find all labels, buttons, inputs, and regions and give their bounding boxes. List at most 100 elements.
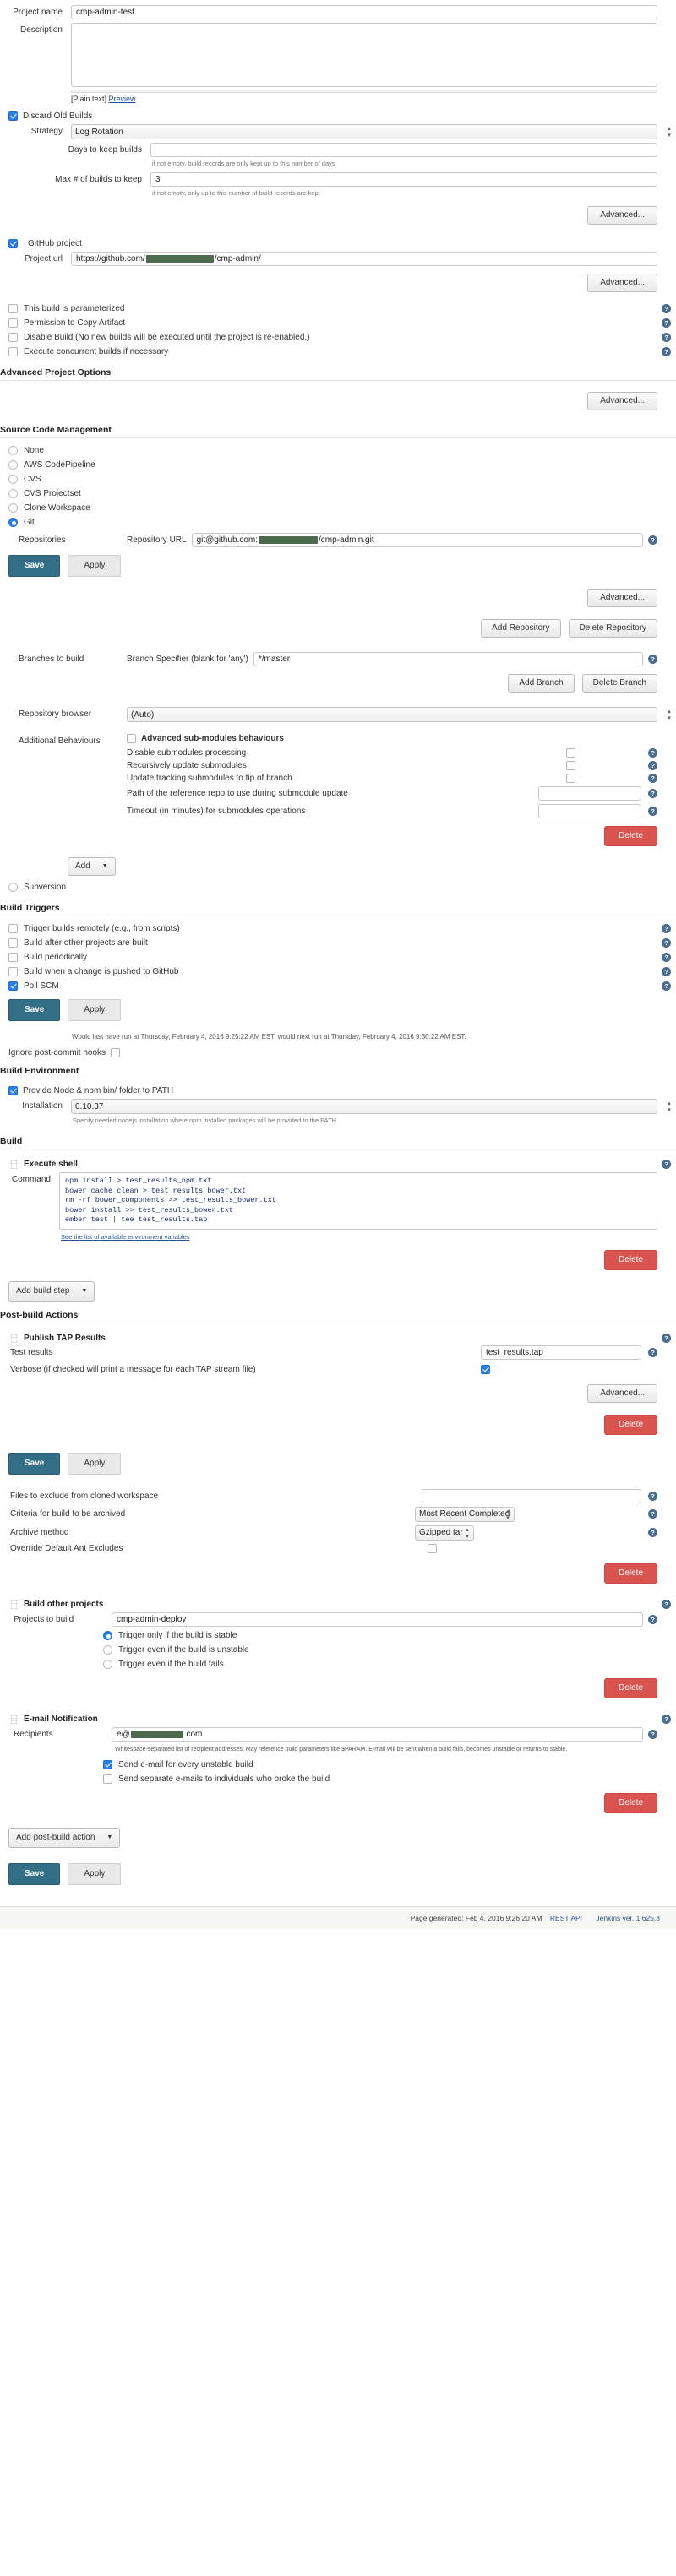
projects-to-build-help-icon[interactable]: ?: [648, 1614, 657, 1624]
send-separate-emails-row[interactable]: Send separate e-mails to individuals who…: [95, 1772, 657, 1786]
trigger-periodically-checkbox[interactable]: [8, 953, 18, 962]
archive-method-select[interactable]: Gzipped tar: [415, 1524, 474, 1541]
trigger-remote-row[interactable]: Trigger builds remotely (e.g., from scri…: [0, 921, 676, 936]
node-installation-select[interactable]: 0.10.37: [71, 1099, 657, 1114]
drag-handle-icon-2[interactable]: [10, 1333, 18, 1343]
add-post-build-action-button[interactable]: Add post-build action ▼: [8, 1827, 121, 1848]
branch-specifier-help-icon[interactable]: ?: [648, 655, 657, 664]
drag-handle-icon-3[interactable]: [10, 1599, 18, 1609]
command-textarea[interactable]: npm install > test_results_npm.txt bower…: [59, 1172, 657, 1230]
drag-handle-icon[interactable]: [10, 1160, 18, 1169]
update-tracking-row[interactable]: Update tracking submodules to tip of bra…: [127, 772, 657, 785]
trigger-poll-scm-row[interactable]: Poll SCM ?: [0, 979, 676, 993]
trigger-github-push-help-icon[interactable]: ?: [662, 967, 671, 976]
trigger-after-projects-checkbox[interactable]: [8, 938, 18, 948]
scm-option-aws-codepipeline[interactable]: AWS CodePipeline: [0, 458, 676, 472]
provide-node-checkbox[interactable]: [8, 1086, 18, 1095]
disable-build-help-icon[interactable]: ?: [662, 333, 671, 342]
disable-submodules-checkbox[interactable]: [566, 748, 575, 758]
ignore-post-commit-checkbox[interactable]: [111, 1048, 121, 1057]
scm-option-clone-workspace[interactable]: Clone Workspace: [0, 501, 676, 515]
projects-to-build-input[interactable]: [112, 1611, 643, 1627]
build-step-delete-button[interactable]: Delete: [604, 1249, 657, 1270]
discard-old-builds-row[interactable]: Discard Old Builds: [0, 105, 676, 121]
trigger-poll-scm-checkbox[interactable]: [8, 981, 18, 991]
recursively-update-checkbox[interactable]: [566, 761, 575, 770]
scm-radio-none[interactable]: [8, 446, 18, 455]
path-reference-repo-input[interactable]: [538, 786, 641, 801]
github-project-checkbox[interactable]: [8, 239, 18, 248]
add-repository-button[interactable]: Add Repository: [481, 619, 561, 638]
clone-workspace-delete-button[interactable]: Delete: [604, 1562, 657, 1584]
ignore-post-commit-row[interactable]: Ignore post-commit hooks: [0, 1041, 676, 1057]
advanced-submodules-row[interactable]: Advanced sub-modules behaviours: [127, 734, 657, 747]
discard-advanced-button[interactable]: Advanced...: [587, 206, 657, 225]
project-name-input[interactable]: [71, 5, 657, 19]
verbose-row[interactable]: Verbose (if checked will print a message…: [10, 1361, 657, 1376]
email-delete-button[interactable]: Delete: [604, 1792, 657, 1813]
concurrent-builds-row[interactable]: Execute concurrent builds if necessary ?: [0, 345, 676, 359]
project-url-input[interactable]: https://github.com/ /cmp-admin/: [71, 252, 657, 266]
path-reference-repo-help-icon[interactable]: ?: [648, 789, 657, 798]
recursively-update-help-icon[interactable]: ?: [648, 761, 657, 770]
criteria-help-icon[interactable]: ?: [648, 1509, 657, 1519]
trigger-after-projects-row[interactable]: Build after other projects are built ?: [0, 936, 676, 950]
update-tracking-help-icon[interactable]: ?: [648, 774, 657, 783]
copy-artifact-row[interactable]: Permission to Copy Artifact ?: [0, 316, 676, 330]
email-notification-help-icon[interactable]: ?: [662, 1714, 671, 1724]
trigger-github-push-checkbox[interactable]: [8, 967, 18, 976]
triggers-save-button[interactable]: Save: [8, 999, 61, 1021]
github-project-row[interactable]: GitHub project: [0, 231, 676, 248]
bottom-apply-button[interactable]: Apply: [68, 1862, 122, 1885]
delete-branch-button[interactable]: Delete Branch: [581, 674, 657, 693]
trigger-poll-scm-help-icon[interactable]: ?: [662, 981, 671, 991]
discard-old-builds-checkbox[interactable]: [8, 111, 18, 121]
trigger-fails-radio[interactable]: [103, 1659, 112, 1669]
archive-method-help-icon[interactable]: ?: [648, 1528, 657, 1537]
postbuild-save-button[interactable]: Save: [8, 1452, 61, 1475]
files-to-exclude-input[interactable]: [422, 1488, 641, 1503]
trigger-periodically-help-icon[interactable]: ?: [662, 953, 671, 962]
trigger-remote-help-icon[interactable]: ?: [662, 924, 671, 933]
provide-node-row[interactable]: Provide Node & npm bin/ folder to PATH: [0, 1084, 676, 1095]
scm-radio-clone-workspace[interactable]: [8, 503, 18, 513]
scm-radio-subversion[interactable]: [8, 883, 18, 892]
copy-artifact-help-icon[interactable]: ?: [662, 318, 671, 328]
override-ant-row[interactable]: Override Default Ant Excludes: [10, 1542, 657, 1555]
disable-submodules-row[interactable]: Disable submodules processing ?: [127, 747, 657, 759]
tap-delete-button[interactable]: Delete: [604, 1414, 657, 1435]
repository-browser-select[interactable]: (Auto): [127, 707, 657, 722]
add-behaviour-button[interactable]: Add ▼: [68, 857, 116, 876]
trigger-unstable-radio[interactable]: [103, 1644, 112, 1655]
submodules-timeout-help-icon[interactable]: ?: [648, 807, 657, 816]
trigger-github-push-row[interactable]: Build when a change is pushed to GitHub …: [0, 965, 676, 979]
scm-radio-cvs-projectset[interactable]: [8, 489, 18, 498]
submodules-timeout-input[interactable]: [538, 804, 641, 818]
scm-radio-git[interactable]: [8, 518, 18, 527]
triggers-apply-button[interactable]: Apply: [68, 999, 122, 1021]
parameterized-help-icon[interactable]: ?: [662, 304, 671, 313]
branch-specifier-input[interactable]: [253, 652, 643, 666]
publish-tap-title[interactable]: Publish TAP Results ?: [10, 1333, 671, 1343]
add-branch-button[interactable]: Add Branch: [508, 674, 575, 693]
repository-url-help-icon[interactable]: ?: [648, 535, 657, 545]
scm-apply-button[interactable]: Apply: [68, 555, 122, 577]
repository-url-input[interactable]: git@github.com: /cmp-admin.git: [191, 533, 643, 547]
rest-api-link[interactable]: REST API: [550, 1914, 582, 1922]
days-to-keep-input[interactable]: [150, 143, 657, 157]
drag-handle-icon-4[interactable]: [10, 1714, 18, 1724]
copy-artifact-checkbox[interactable]: [8, 318, 18, 328]
jenkins-version-link[interactable]: Jenkins ver. 1.625.3: [596, 1914, 660, 1922]
trigger-periodically-row[interactable]: Build periodically ?: [0, 950, 676, 965]
parameterized-checkbox[interactable]: [8, 304, 18, 313]
execute-shell-help-icon[interactable]: ?: [662, 1160, 671, 1169]
override-ant-checkbox[interactable]: [428, 1543, 437, 1553]
send-email-unstable-row[interactable]: Send e-mail for every unstable build: [95, 1758, 657, 1772]
files-to-exclude-help-icon[interactable]: ?: [648, 1491, 657, 1501]
disable-build-row[interactable]: Disable Build (No new builds will be exe…: [0, 330, 676, 345]
test-results-help-icon[interactable]: ?: [648, 1347, 657, 1357]
strategy-select[interactable]: Log Rotation: [71, 124, 657, 139]
repository-advanced-button[interactable]: Advanced...: [587, 589, 657, 607]
advanced-submodules-checkbox[interactable]: [127, 734, 136, 743]
send-separate-emails-checkbox[interactable]: [103, 1774, 112, 1784]
